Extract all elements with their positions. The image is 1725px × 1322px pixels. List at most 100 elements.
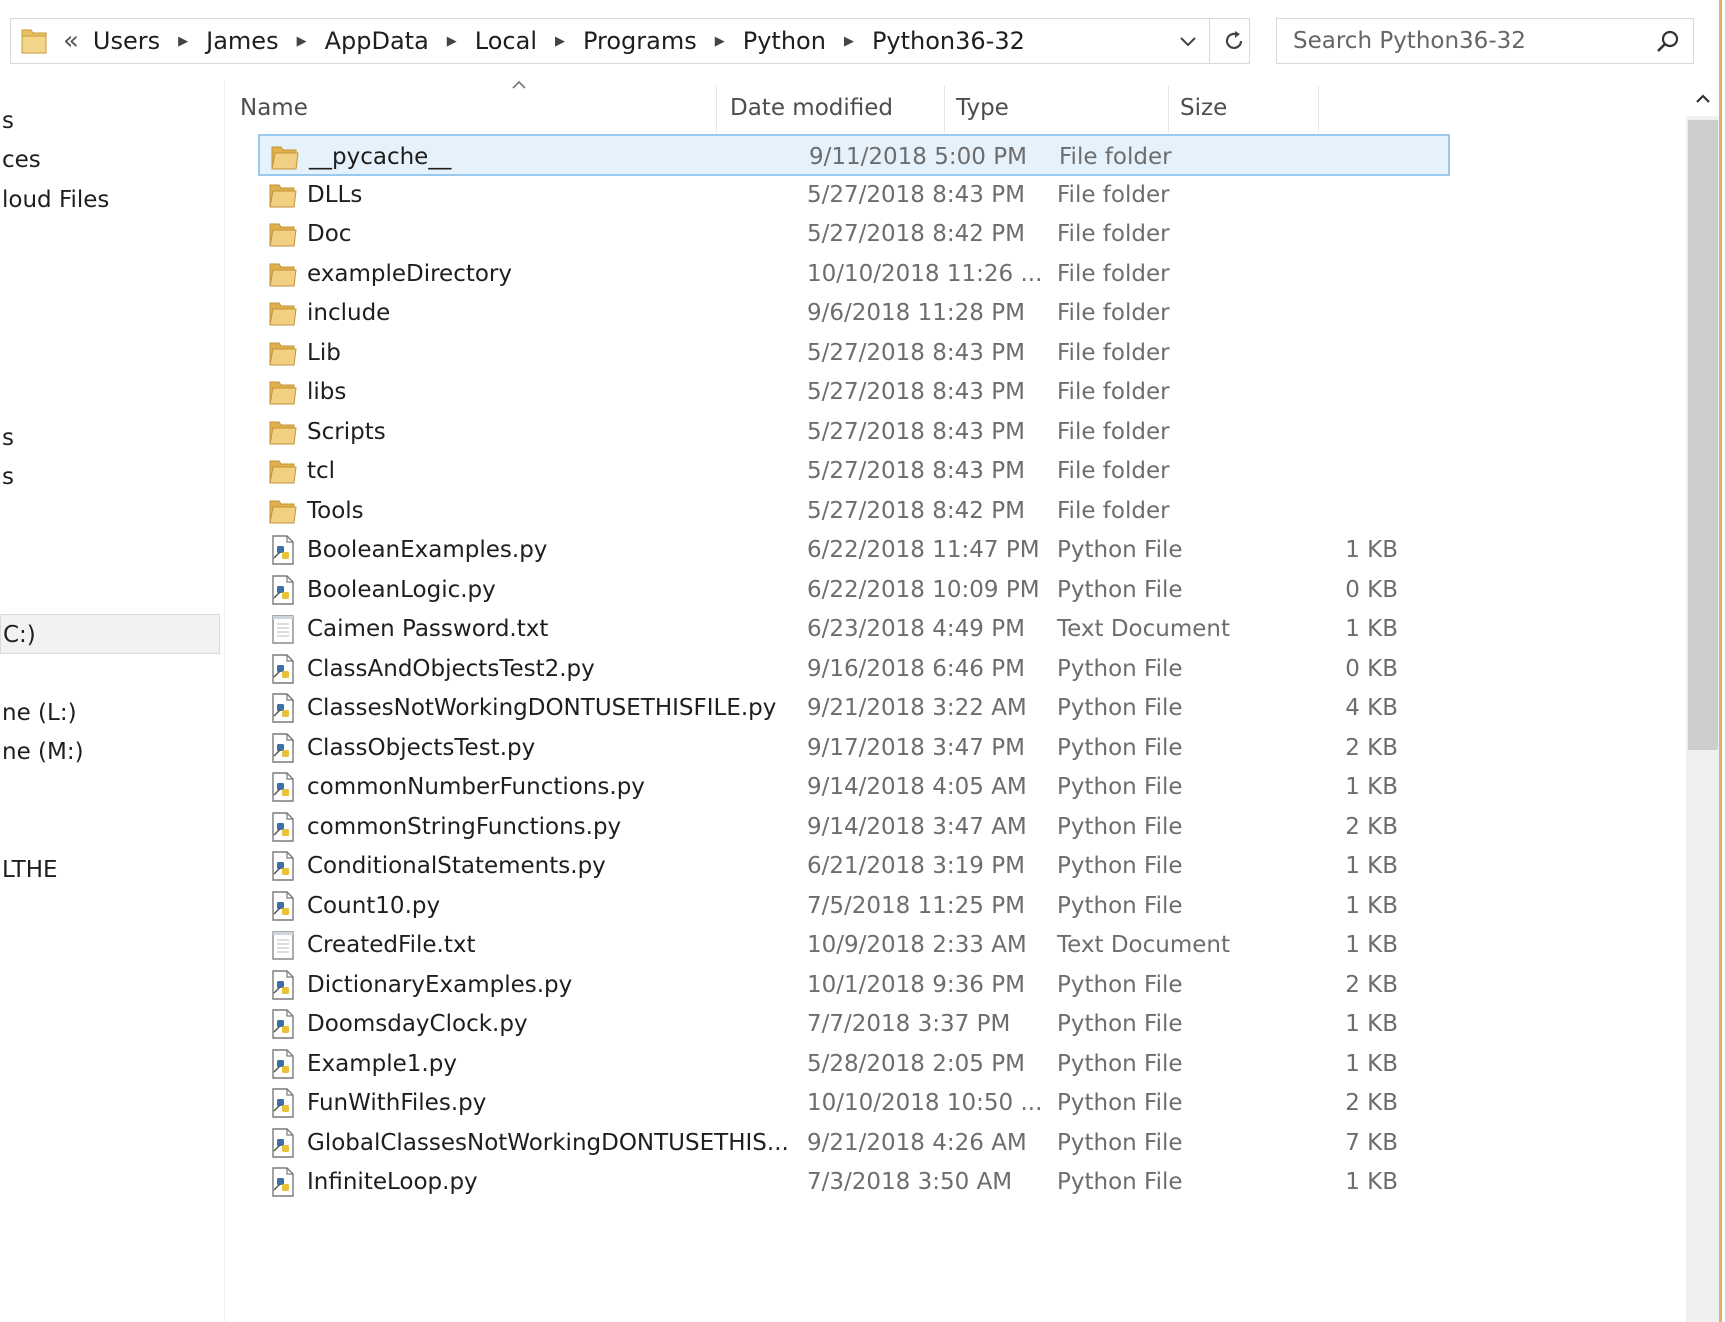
file-size: 0 KB [1345, 656, 1398, 682]
scrollbar-thumb[interactable] [1688, 120, 1718, 750]
file-name: Lib [307, 340, 341, 366]
file-row[interactable]: DoomsdayClock.py 7/7/2018 3:37 PM Python F… [258, 1003, 1450, 1045]
column-divider[interactable] [716, 86, 717, 132]
breadcrumb-separator-icon[interactable]: ▶ [555, 34, 565, 49]
file-row[interactable]: Tools 5/27/2018 8:42 PM File folder [258, 490, 1450, 532]
file-name: commonNumberFunctions.py [307, 774, 645, 800]
file-date-modified: 5/27/2018 8:43 PM [807, 182, 1025, 208]
file-row[interactable]: DictionaryExamples.py 10/1/2018 9:36 PM Py… [258, 964, 1450, 1006]
breadcrumb-item[interactable]: James [206, 27, 278, 55]
file-name: tcl [307, 458, 336, 484]
file-type: Python File [1057, 893, 1183, 919]
file-row[interactable]: InfiniteLoop.py 7/3/2018 3:50 AM Python Fi… [258, 1161, 1450, 1203]
file-row[interactable]: FunWithFiles.py 10/10/2018 10:50 ... Pytho… [258, 1082, 1450, 1124]
column-header-date-modified[interactable]: Date modified [730, 86, 893, 130]
search-icon[interactable] [1655, 28, 1681, 58]
refresh-icon[interactable] [1219, 26, 1249, 56]
text-file-icon [268, 929, 298, 961]
nav-item[interactable]: ces [0, 140, 220, 180]
file-date-modified: 9/14/2018 3:47 AM [807, 814, 1027, 840]
search-box[interactable] [1276, 18, 1694, 64]
column-divider[interactable] [1318, 86, 1319, 132]
file-row[interactable]: Doc 5/27/2018 8:42 PM File folder [258, 213, 1450, 255]
nav-item[interactable]: LTHE [0, 850, 220, 890]
file-row[interactable]: commonNumberFunctions.py 9/14/2018 4:05 A… [258, 766, 1450, 808]
file-row[interactable]: ClassObjectsTest.py 9/17/2018 3:47 PM Pyth… [258, 727, 1450, 769]
folder-icon [268, 416, 298, 448]
file-type: File folder [1057, 379, 1170, 405]
file-name: Scripts [307, 419, 386, 445]
breadcrumb-separator-icon[interactable]: ▶ [178, 34, 188, 49]
python-file-icon [268, 653, 298, 685]
file-row[interactable]: exampleDirectory 10/10/2018 11:26 ... File… [258, 253, 1450, 295]
breadcrumb-item[interactable]: Python36-32 [872, 27, 1025, 55]
file-type: File folder [1057, 458, 1170, 484]
breadcrumb-item[interactable]: Python [743, 27, 826, 55]
nav-item[interactable]: s [0, 457, 220, 497]
folder-icon [19, 25, 49, 61]
file-date-modified: 6/23/2018 4:49 PM [807, 616, 1025, 642]
column-header-size[interactable]: Size [1180, 86, 1227, 130]
breadcrumb-item[interactable]: Local [475, 27, 537, 55]
address-bar[interactable]: « Users ▶ James ▶ AppData ▶ Local ▶ Programs ▶ Pyt… [10, 18, 1250, 64]
file-row[interactable]: __pycache__ 9/11/2018 5:00 PM File folder [258, 134, 1450, 176]
file-row[interactable]: Count10.py 7/5/2018 11:25 PM Python File 1 … [258, 885, 1450, 927]
file-row[interactable]: BooleanExamples.py 6/22/2018 11:47 PM Pyth… [258, 529, 1450, 571]
overflow-chevron-icon[interactable]: « [63, 26, 79, 56]
file-size: 1 KB [1345, 1051, 1398, 1077]
breadcrumb-separator-icon[interactable]: ▶ [844, 34, 854, 49]
file-type: Python File [1057, 853, 1183, 879]
column-divider[interactable] [1168, 86, 1169, 132]
file-size: 1 KB [1345, 932, 1398, 958]
file-row[interactable]: GlobalClassesNotWorkingDONTUSETHIS... 9/2… [258, 1122, 1450, 1164]
nav-item[interactable]: loud Files [0, 180, 220, 220]
file-row[interactable]: Scripts 5/27/2018 8:43 PM File folder [258, 411, 1450, 453]
file-name: Tools [307, 498, 364, 524]
nav-item[interactable]: s [0, 101, 220, 141]
file-row[interactable]: libs 5/27/2018 8:43 PM File folder [258, 371, 1450, 413]
file-row[interactable]: ClassesNotWorkingDONTUSETHISFILE.py 9/21/… [258, 687, 1450, 729]
breadcrumb: « Users ▶ James ▶ AppData ▶ Local ▶ Programs ▶ Pyt… [63, 19, 1025, 63]
python-file-icon [268, 850, 298, 882]
file-row[interactable]: ConditionalStatements.py 6/21/2018 3:19 P… [258, 845, 1450, 887]
vertical-scrollbar[interactable] [1686, 82, 1720, 1322]
breadcrumb-separator-icon[interactable]: ▶ [297, 34, 307, 49]
file-row[interactable]: CreatedFile.txt 10/9/2018 2:33 AM Text Doc… [258, 924, 1450, 966]
file-row[interactable]: Caimen Password.txt 6/23/2018 4:49 PM Text… [258, 608, 1450, 650]
history-dropdown-icon[interactable] [1173, 27, 1203, 57]
column-divider[interactable] [944, 86, 945, 132]
column-header-type[interactable]: Type [956, 86, 1009, 130]
file-name: BooleanExamples.py [307, 537, 548, 563]
file-row[interactable]: include 9/6/2018 11:28 PM File folder [258, 292, 1450, 334]
file-name: InfiniteLoop.py [307, 1169, 478, 1195]
file-size: 1 KB [1345, 893, 1398, 919]
column-header-row: Name Date modified Type Size [240, 80, 1460, 132]
nav-item[interactable]: ne (M:) [0, 732, 220, 772]
nav-item[interactable]: s [0, 418, 220, 458]
file-row[interactable]: ClassAndObjectsTest2.py 9/16/2018 6:46 PM… [258, 648, 1450, 690]
file-row[interactable]: Example1.py 5/28/2018 2:05 PM Python File 1… [258, 1043, 1450, 1085]
file-name: __pycache__ [309, 144, 452, 170]
file-row[interactable]: DLLs 5/27/2018 8:43 PM File folder [258, 174, 1450, 216]
file-name: Example1.py [307, 1051, 457, 1077]
file-row[interactable]: BooleanLogic.py 6/22/2018 10:09 PM Python … [258, 569, 1450, 611]
file-date-modified: 9/11/2018 5:00 PM [809, 144, 1027, 170]
column-header-name[interactable]: Name [240, 86, 308, 130]
breadcrumb-item[interactable]: Programs [583, 27, 697, 55]
breadcrumb-separator-icon[interactable]: ▶ [447, 34, 457, 49]
scroll-up-icon[interactable] [1686, 82, 1720, 116]
search-input[interactable] [1277, 19, 1647, 63]
breadcrumb-item[interactable]: AppData [325, 27, 429, 55]
file-row[interactable]: tcl 5/27/2018 8:43 PM File folder [258, 450, 1450, 492]
breadcrumb-item[interactable]: Users [93, 27, 160, 55]
breadcrumb-separator-icon[interactable]: ▶ [715, 34, 725, 49]
file-row[interactable]: commonStringFunctions.py 9/14/2018 3:47 A… [258, 806, 1450, 848]
nav-item[interactable]: C:) [0, 614, 220, 654]
folder-icon [268, 455, 298, 487]
file-name: Doc [307, 221, 352, 247]
file-row[interactable]: Lib 5/27/2018 8:43 PM File folder [258, 332, 1450, 374]
file-size: 2 KB [1345, 814, 1398, 840]
file-size: 0 KB [1345, 577, 1398, 603]
nav-item[interactable]: ne (L:) [0, 693, 220, 733]
python-file-icon [268, 771, 298, 803]
